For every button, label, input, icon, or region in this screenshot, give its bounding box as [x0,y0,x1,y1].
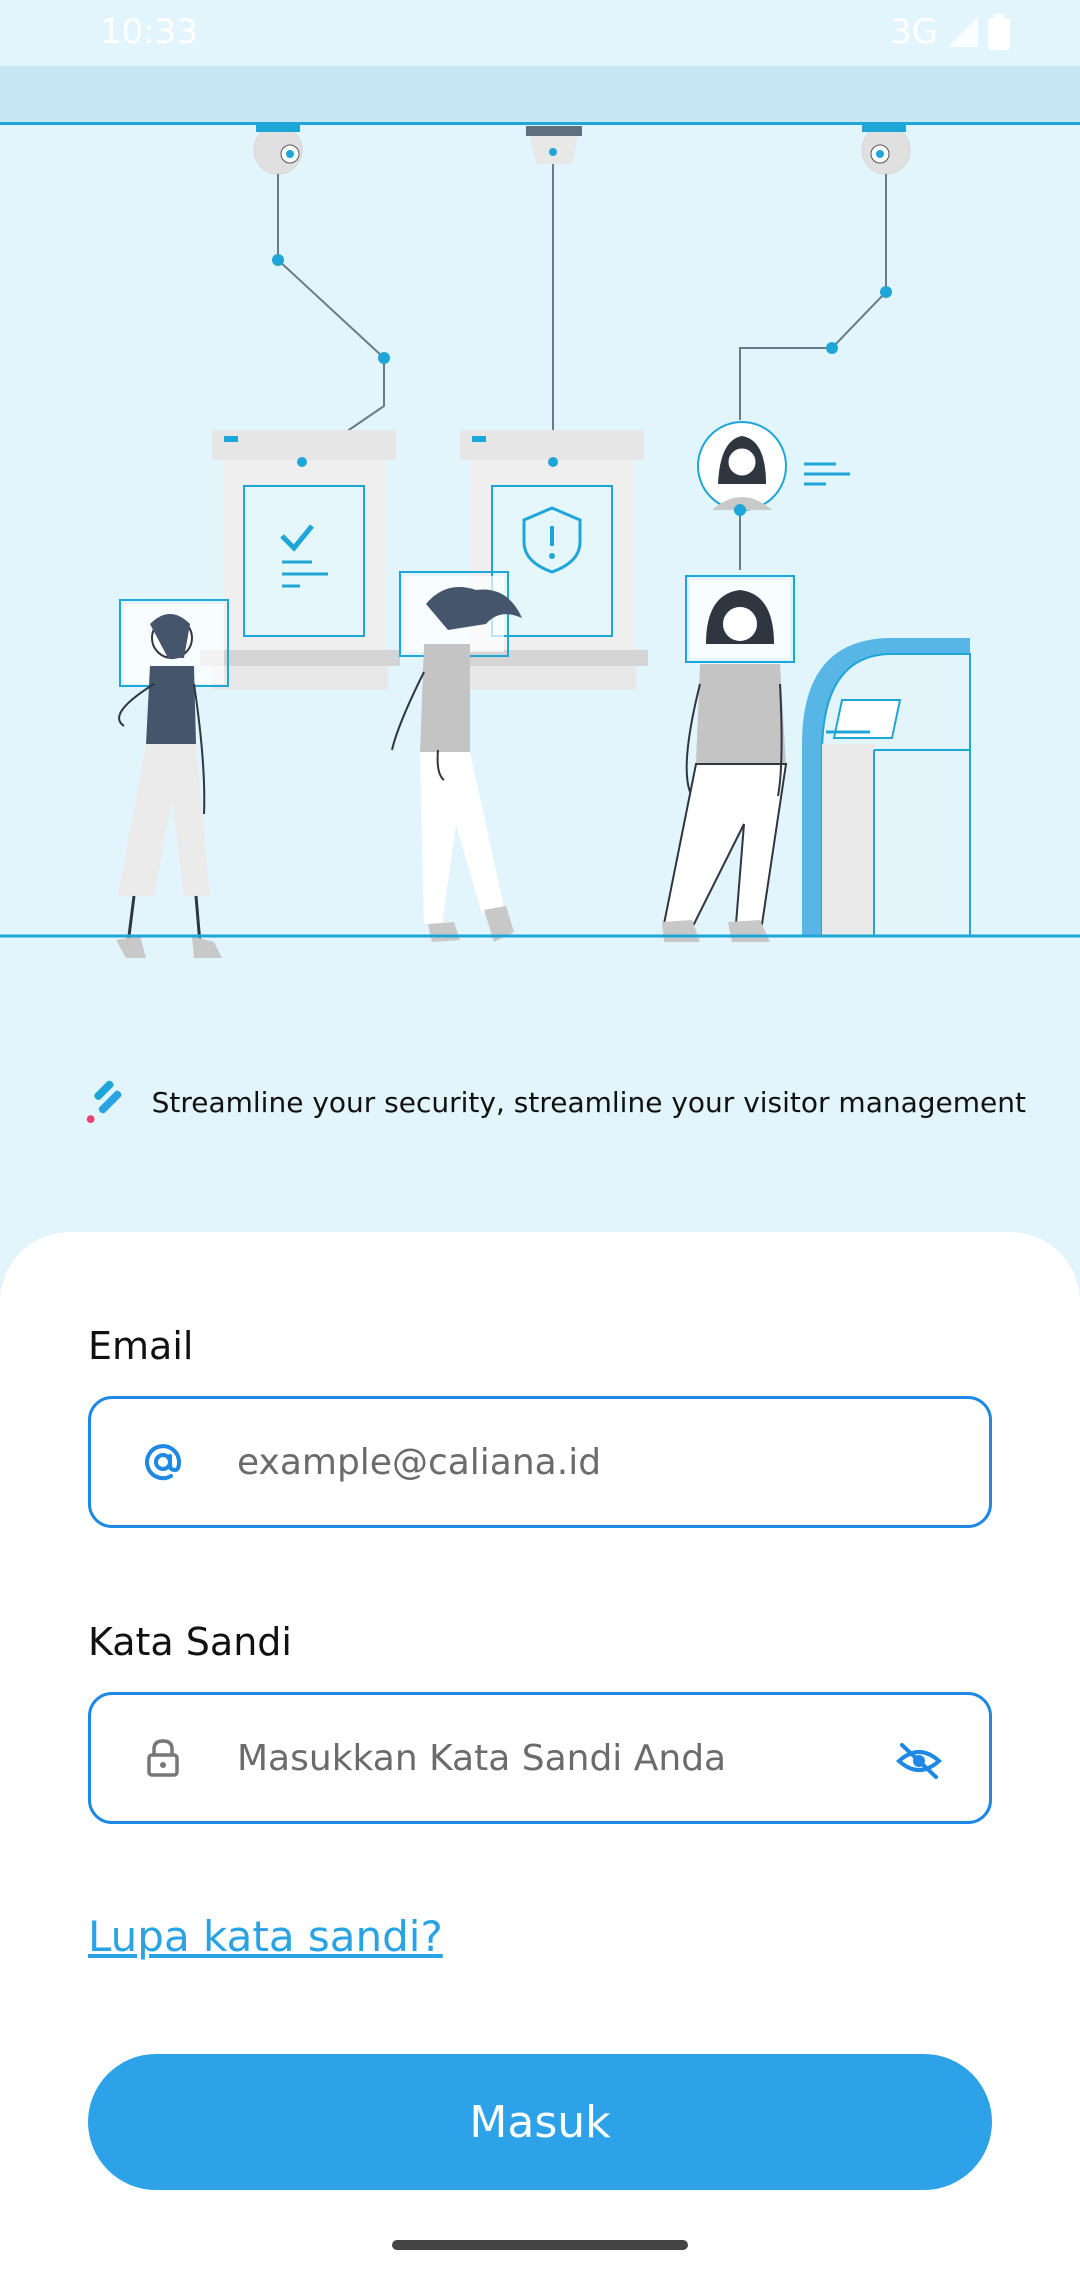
login-button[interactable]: Masuk [88,2054,992,2190]
at-icon [131,1430,195,1494]
person-figure [116,599,229,958]
eye-off-icon[interactable] [887,1729,951,1793]
password-label: Kata Sandi [88,1620,292,1664]
network-type: 3G [890,12,938,52]
person-figure [662,575,795,942]
lock-icon [131,1726,195,1790]
email-field[interactable] [88,1396,992,1528]
home-indicator[interactable] [392,2240,688,2250]
email-input[interactable] [237,1441,837,1483]
password-field[interactable] [88,1692,992,1824]
forgot-password-link[interactable]: Lupa kata sandi? [88,1912,443,1961]
header-strip [0,66,1080,125]
email-label: Email [88,1324,194,1368]
password-input[interactable] [237,1737,837,1779]
camera-icon [253,124,303,175]
app-logo-icon [86,1080,122,1124]
status-time: 10:33 [100,12,198,52]
tagline: Streamline your security, streamline you… [86,1070,1026,1134]
camera-icon [526,126,582,164]
status-icons: 3G [890,12,1010,52]
gate-kiosk [200,430,400,690]
hero-illustration [0,124,1080,958]
signal-icon [948,17,978,47]
status-bar: 10:33 3G [0,0,1080,66]
person-figure [391,571,522,942]
battery-icon [988,14,1010,50]
kiosk-machine [802,638,971,937]
avatar-icon [697,421,850,570]
camera-icon [861,124,911,175]
tagline-text: Streamline your security, streamline you… [151,1085,1026,1119]
